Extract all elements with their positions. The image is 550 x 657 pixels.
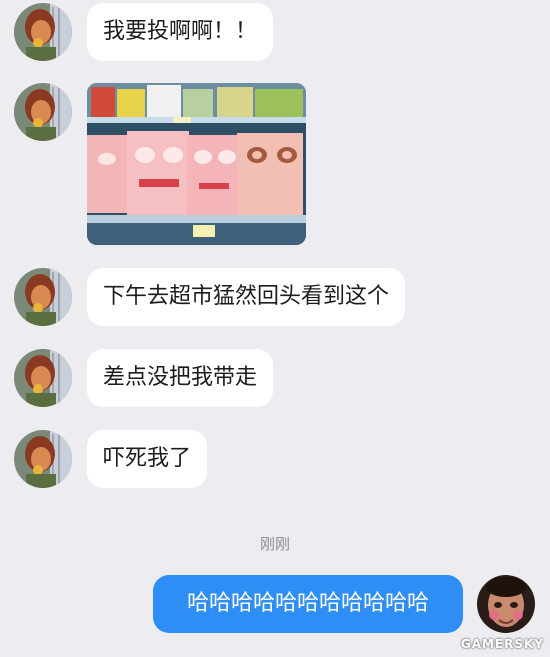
timestamp: 刚刚 [259,535,290,553]
sender-avatar[interactable] [14,3,72,61]
message-bubble-self[interactable]: 哈哈哈哈哈哈哈哈哈哈哈 [153,575,463,633]
message-image[interactable] [87,83,306,245]
sender-avatar[interactable] [14,83,72,141]
message-bubble[interactable]: 差点没把我带走 [87,349,274,407]
self-avatar[interactable] [477,575,535,633]
sender-avatar[interactable] [14,349,72,407]
message-text: 吓死我了 [103,446,192,471]
sender-avatar[interactable] [14,268,72,326]
message-text: 我要投啊啊！！ [103,19,258,44]
message-bubble[interactable]: 吓死我了 [87,430,208,488]
sender-avatar[interactable] [14,430,72,488]
supermarket-shelf-photo [87,83,306,245]
watermark-logo: GAMERSKY [460,637,544,651]
message-text: 下午去超市猛然回头看到这个 [103,284,390,309]
message-text: 差点没把我带走 [103,365,258,390]
message-text: 哈哈哈哈哈哈哈哈哈哈哈 [186,591,429,616]
message-bubble[interactable]: 下午去超市猛然回头看到这个 [87,268,406,326]
message-bubble[interactable]: 我要投啊啊！！ [87,3,274,61]
